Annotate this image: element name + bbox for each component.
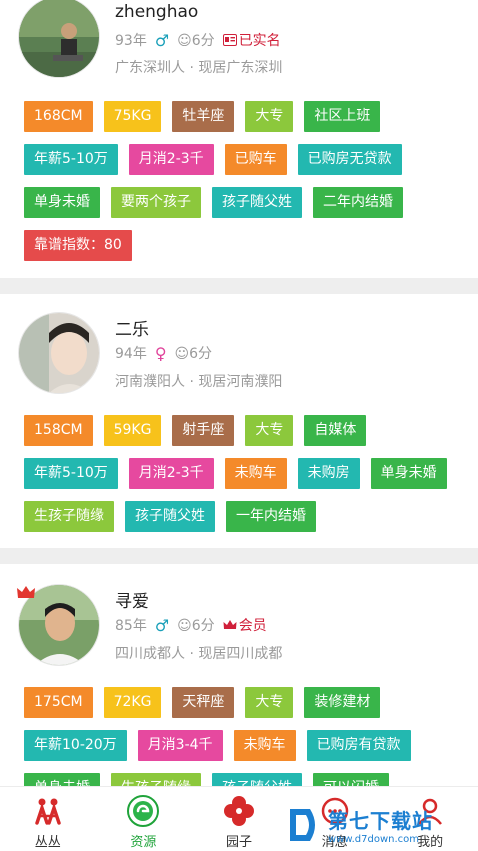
profile-meta: 93年 ♂ ☺6分 已实名 bbox=[115, 30, 281, 50]
tag: 生孩子随缘 bbox=[24, 501, 114, 532]
age-text: 85年 bbox=[115, 618, 147, 634]
tag: 大专 bbox=[245, 687, 294, 718]
tag: 月消2-3千 bbox=[128, 458, 214, 489]
tag: 单身未婚 bbox=[370, 458, 447, 489]
profile-name: 二乐 bbox=[115, 320, 149, 340]
reliability-index-tag: 靠谱指数：80 bbox=[24, 230, 132, 261]
tab-resources[interactable]: 资源 bbox=[96, 787, 192, 851]
profile-location: 广东深圳人 · 现居广东深圳 bbox=[115, 60, 283, 76]
age-text: 94年 bbox=[115, 346, 147, 362]
tag: 年薪5-10万 bbox=[24, 458, 118, 489]
profile-name: zhenghao bbox=[115, 2, 199, 22]
tag: 未购车 bbox=[224, 458, 287, 489]
tag: 已购车 bbox=[224, 144, 287, 175]
profile-location: 四川成都人 · 现居四川成都 bbox=[115, 646, 283, 662]
tag: 射手座 bbox=[172, 415, 235, 446]
tag: 可以闪婚 bbox=[313, 773, 389, 786]
score-text: ☺6分 bbox=[177, 33, 215, 49]
profile-card-3[interactable]: 寻爱 85年 ♂ ☺6分 会员 四川成都人 · 现居四川成都 175CM 72K… bbox=[0, 564, 478, 786]
crown-icon bbox=[223, 620, 237, 629]
tag: 未购车 bbox=[233, 730, 296, 761]
tag: 孩子随父姓 bbox=[212, 773, 302, 786]
tag: 自媒体 bbox=[304, 415, 367, 446]
badge-label: 会员 bbox=[238, 618, 267, 634]
tag: 要两个孩子 bbox=[111, 187, 201, 218]
watermark-url: www.d7down.com bbox=[328, 834, 420, 845]
tag: 一年内结婚 bbox=[226, 501, 316, 532]
tag: 158CM bbox=[24, 415, 93, 446]
tab-label: 资源 bbox=[130, 835, 157, 850]
tab-congcong[interactable]: 丛丛 bbox=[0, 787, 96, 851]
tag: 单身未婚 bbox=[24, 187, 100, 218]
tag: 未购房 bbox=[297, 458, 360, 489]
tag: 孩子随父姓 bbox=[125, 501, 215, 532]
tag-list: 168CM 75KG 牡羊座 大专 社区上班 年薪5-10万 月消2-3千 已购… bbox=[24, 101, 464, 261]
tag: 社区上班 bbox=[304, 101, 381, 132]
clover-icon bbox=[222, 794, 256, 828]
tag: 生孩子随缘 bbox=[111, 773, 201, 786]
tag: 月消2-3千 bbox=[128, 144, 214, 175]
couple-icon bbox=[31, 794, 65, 828]
tag: 孩子随父姓 bbox=[212, 187, 302, 218]
avatar[interactable] bbox=[18, 312, 100, 394]
tag: 75KG bbox=[103, 101, 162, 132]
tag: 大专 bbox=[245, 101, 294, 132]
tag: 天秤座 bbox=[172, 687, 235, 718]
profile-location: 河南濮阳人 · 现居河南濮阳 bbox=[115, 374, 283, 390]
tag: 二年内结婚 bbox=[313, 187, 403, 218]
profile-meta: 94年 ♀ ☺6分 bbox=[115, 343, 212, 363]
profile-card-1[interactable]: zhenghao 93年 ♂ ☺6分 已实名 广东深圳人 · 现居广东深圳 16… bbox=[0, 0, 478, 278]
male-icon: ♂ bbox=[154, 615, 170, 635]
card-divider bbox=[0, 278, 478, 294]
profile-card-2[interactable]: 二乐 94年 ♀ ☺6分 河南濮阳人 · 现居河南濮阳 158CM 59KG 射… bbox=[0, 294, 478, 548]
profile-name: 寻爱 bbox=[115, 592, 149, 612]
resource-icon bbox=[126, 794, 160, 828]
score-text: ☺6分 bbox=[177, 618, 215, 634]
id-card-icon bbox=[222, 34, 237, 46]
tag: 大专 bbox=[245, 415, 294, 446]
avatar[interactable] bbox=[18, 0, 100, 78]
tag: 72KG bbox=[103, 687, 162, 718]
male-icon: ♂ bbox=[154, 30, 170, 50]
tag: 59KG bbox=[103, 415, 162, 446]
tag: 已购房有贷款 bbox=[306, 730, 411, 761]
tag-list: 158CM 59KG 射手座 大专 自媒体 年薪5-10万 月消2-3千 未购车… bbox=[24, 415, 464, 532]
watermark-logo-icon bbox=[290, 809, 315, 841]
crown-icon bbox=[17, 586, 35, 598]
score-text: ☺6分 bbox=[174, 346, 213, 362]
verified-badge: 已实名 bbox=[222, 30, 281, 50]
card-divider bbox=[0, 548, 478, 564]
site-watermark: 第七下载站 www.d7down.com bbox=[286, 800, 478, 850]
tab-label: 丛丛 bbox=[34, 835, 61, 850]
tag: 装修建材 bbox=[304, 687, 381, 718]
tag: 月消3-4千 bbox=[137, 730, 223, 761]
tag: 168CM bbox=[24, 101, 93, 132]
female-icon: ♀ bbox=[154, 343, 167, 363]
tag: 已购房无贷款 bbox=[297, 144, 402, 175]
tag-list: 175CM 72KG 天秤座 大专 装修建材 年薪10-20万 月消3-4千 未… bbox=[24, 687, 464, 786]
age-text: 93年 bbox=[115, 33, 147, 49]
tab-garden[interactable]: 园子 bbox=[191, 787, 287, 851]
profile-meta: 85年 ♂ ☺6分 会员 bbox=[115, 615, 267, 635]
tag: 牡羊座 bbox=[172, 101, 235, 132]
tag: 175CM bbox=[24, 687, 93, 718]
badge-label: 已实名 bbox=[238, 33, 281, 49]
vip-badge: 会员 bbox=[223, 615, 267, 635]
tag: 年薪10-20万 bbox=[24, 730, 127, 761]
tag: 单身未婚 bbox=[24, 773, 100, 786]
watermark-text: 第七下载站 bbox=[328, 809, 433, 833]
tag: 年薪5-10万 bbox=[24, 144, 118, 175]
tab-label: 园子 bbox=[225, 835, 252, 850]
